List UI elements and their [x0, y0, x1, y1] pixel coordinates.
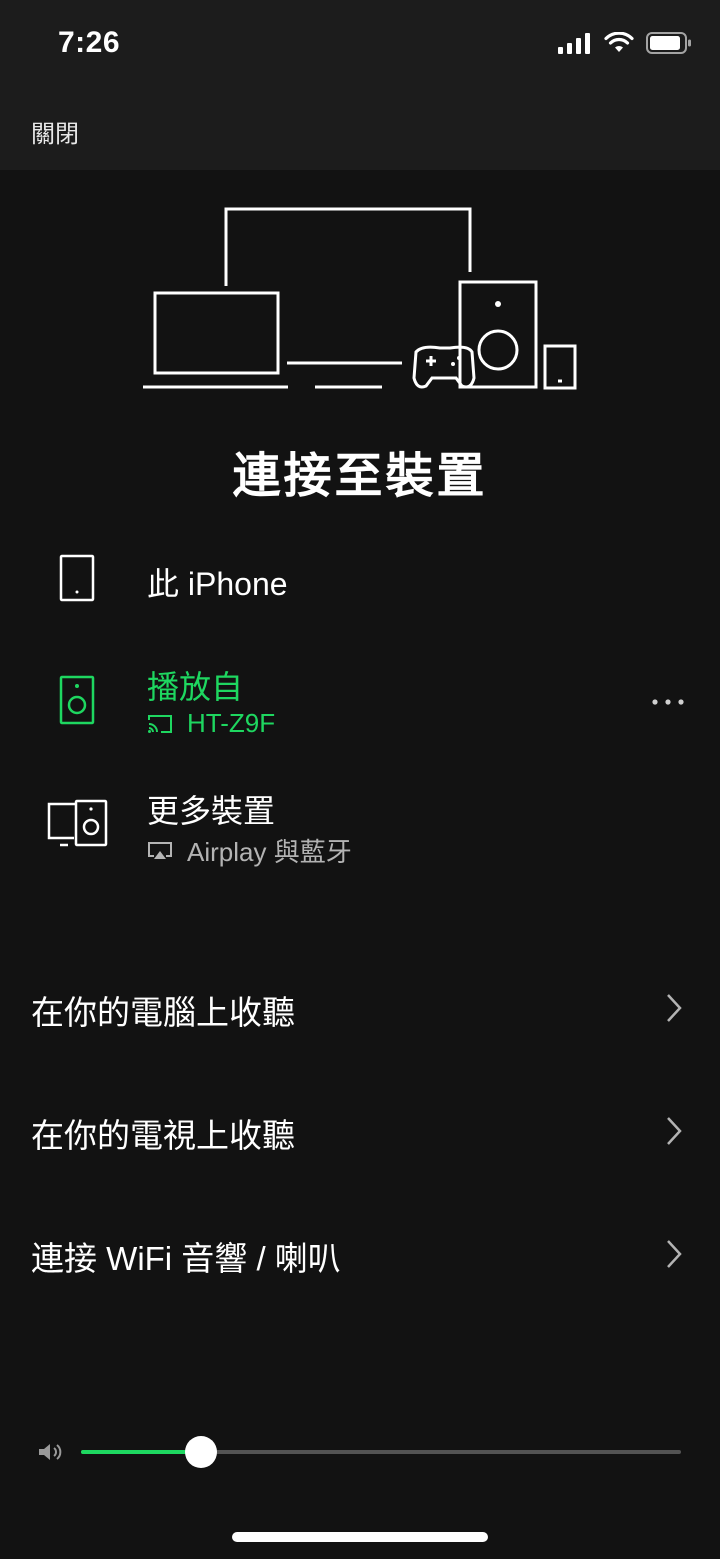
device-subtitle-text: Airplay 與藍牙 [187, 837, 352, 867]
device-subtitle: Airplay 與藍牙 [147, 832, 352, 869]
list-item-label: 在你的電視上收聽 [31, 1117, 295, 1154]
volume-fill [81, 1450, 201, 1454]
chevron-right-icon [667, 1117, 682, 1145]
device-subtitle: HT-Z9F [147, 708, 275, 739]
top-bar: 7:26 關閉 [0, 0, 720, 170]
device-playing-from[interactable]: 播放自 HT-Z9F [0, 652, 720, 752]
device-subtitle-text: HT-Z9F [187, 708, 276, 738]
status-time: 7:26 [58, 26, 121, 59]
more-options-icon[interactable] [650, 692, 686, 712]
device-this-iphone[interactable]: 此 iPhone [0, 545, 720, 615]
listen-on-computer[interactable]: 在你的電腦上收聽 [0, 968, 720, 1048]
device-title: 播放自 [147, 669, 244, 705]
battery-icon [646, 32, 691, 54]
cast-icon [148, 714, 172, 733]
connect-wifi-speaker[interactable]: 連接 WiFi 音響 / 喇叭 [0, 1214, 720, 1294]
list-item-label: 連接 WiFi 音響 / 喇叭 [31, 1240, 341, 1277]
volume-icon [39, 1444, 62, 1460]
volume-control [0, 1430, 720, 1476]
devices-icon [47, 799, 108, 847]
chevron-right-icon [667, 1240, 682, 1268]
volume-knob[interactable] [185, 1436, 217, 1468]
close-button[interactable]: 關閉 [31, 114, 79, 149]
list-item-label: 在你的電腦上收聽 [31, 994, 295, 1031]
phone-icon [59, 554, 95, 602]
airplay-icon [148, 841, 172, 859]
device-more-devices[interactable]: 更多裝置 Airplay 與藍牙 [0, 778, 720, 878]
listen-on-tv[interactable]: 在你的電視上收聽 [0, 1091, 720, 1171]
home-indicator [232, 1532, 488, 1542]
page-title: 連接至裝置 [232, 450, 488, 503]
wifi-icon [604, 32, 634, 52]
device-title: 此 iPhone [147, 566, 288, 602]
volume-slider[interactable] [81, 1436, 681, 1468]
chevron-right-icon [667, 994, 682, 1022]
status-icons [558, 32, 692, 54]
cellular-signal-icon [558, 33, 590, 54]
speaker-icon [59, 675, 95, 725]
devices-illustration [143, 207, 577, 390]
device-title: 更多裝置 [147, 793, 276, 829]
